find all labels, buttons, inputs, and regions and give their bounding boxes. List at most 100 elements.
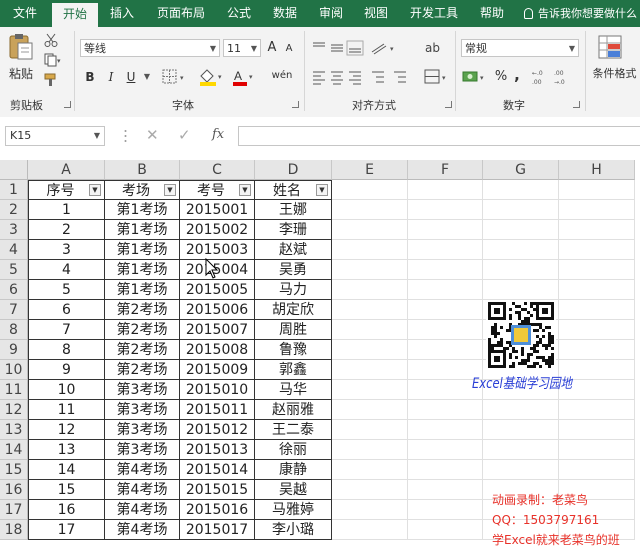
empty-cell[interactable] <box>332 200 408 220</box>
vertical-align-buttons[interactable]: ▾ <box>312 40 412 56</box>
empty-cell[interactable] <box>483 400 559 420</box>
alignment-launcher-icon[interactable] <box>445 101 452 108</box>
table-cell[interactable]: 第1考场 <box>105 220 180 240</box>
empty-cell[interactable] <box>483 180 559 200</box>
empty-cell[interactable] <box>559 320 635 340</box>
tab-formulas[interactable]: 公式 <box>218 0 260 27</box>
row-header[interactable]: 12 <box>0 400 28 420</box>
empty-cell[interactable] <box>408 220 483 240</box>
table-cell[interactable]: 第2考场 <box>105 360 180 380</box>
table-cell[interactable]: 康静 <box>255 460 332 480</box>
empty-cell[interactable] <box>408 460 483 480</box>
table-cell[interactable]: 吴勇 <box>255 260 332 280</box>
empty-cell[interactable] <box>408 520 483 540</box>
tab-help[interactable]: 帮助 <box>471 0 513 27</box>
table-cell[interactable]: 5 <box>28 280 105 300</box>
table-cell[interactable]: 2015002 <box>180 220 255 240</box>
empty-cell[interactable] <box>408 260 483 280</box>
table-cell[interactable]: 马力 <box>255 280 332 300</box>
empty-cell[interactable] <box>332 420 408 440</box>
merge-center-icon[interactable]: ▾ <box>424 69 450 85</box>
empty-cell[interactable] <box>408 440 483 460</box>
italic-button[interactable]: I <box>104 68 118 86</box>
tab-review[interactable]: 审阅 <box>310 0 352 27</box>
table-cell[interactable]: 12 <box>28 420 105 440</box>
conditional-formatting-button[interactable]: 条件格式 <box>589 65 640 83</box>
table-cell[interactable]: 第2考场 <box>105 320 180 340</box>
table-cell[interactable]: 2015016 <box>180 500 255 520</box>
column-header[interactable]: E <box>332 160 408 180</box>
empty-cell[interactable] <box>332 380 408 400</box>
empty-cell[interactable] <box>408 240 483 260</box>
table-header-cell[interactable]: 考场 ▼ <box>105 180 180 200</box>
table-cell[interactable]: 马华 <box>255 380 332 400</box>
empty-cell[interactable] <box>559 400 635 420</box>
table-cell[interactable]: 2015017 <box>180 520 255 540</box>
empty-cell[interactable] <box>408 420 483 440</box>
insert-function-button[interactable]: fx <box>212 127 230 143</box>
row-header[interactable]: 18 <box>0 520 28 540</box>
empty-cell[interactable] <box>408 280 483 300</box>
percent-button[interactable]: % <box>494 68 508 86</box>
table-cell[interactable]: 2015011 <box>180 400 255 420</box>
table-cell[interactable]: 9 <box>28 360 105 380</box>
empty-cell[interactable] <box>408 500 483 520</box>
table-cell[interactable]: 2015010 <box>180 380 255 400</box>
row-header[interactable]: 1 <box>0 180 28 200</box>
table-cell[interactable]: 3 <box>28 240 105 260</box>
empty-cell[interactable] <box>483 200 559 220</box>
copy-icon[interactable]: ▾ <box>44 53 62 67</box>
table-cell[interactable]: 第4考场 <box>105 520 180 540</box>
chevron-down-icon[interactable]: ▼ <box>142 68 152 86</box>
table-cell[interactable]: 第2考场 <box>105 300 180 320</box>
borders-icon[interactable]: ▾ <box>162 69 188 85</box>
row-header[interactable]: 14 <box>0 440 28 460</box>
tab-data[interactable]: 数据 <box>264 0 306 27</box>
empty-cell[interactable] <box>332 440 408 460</box>
number-format-combo[interactable]: 常规 ▼ <box>461 39 579 57</box>
empty-cell[interactable] <box>483 220 559 240</box>
empty-cell[interactable] <box>332 180 408 200</box>
table-cell[interactable]: 第1考场 <box>105 280 180 300</box>
table-cell[interactable]: 8 <box>28 340 105 360</box>
empty-cell[interactable] <box>483 260 559 280</box>
empty-cell[interactable] <box>559 440 635 460</box>
empty-cell[interactable] <box>483 280 559 300</box>
table-cell[interactable]: 鲁豫 <box>255 340 332 360</box>
row-header[interactable]: 17 <box>0 500 28 520</box>
table-cell[interactable]: 2 <box>28 220 105 240</box>
row-header[interactable]: 3 <box>0 220 28 240</box>
empty-cell[interactable] <box>332 500 408 520</box>
table-cell[interactable]: 7 <box>28 320 105 340</box>
table-cell[interactable]: 11 <box>28 400 105 420</box>
filter-dropdown-icon[interactable]: ▼ <box>89 184 101 196</box>
clipboard-launcher-icon[interactable] <box>64 101 71 108</box>
tab-page-layout[interactable]: 页面布局 <box>148 0 214 27</box>
empty-cell[interactable] <box>483 240 559 260</box>
table-cell[interactable]: 2015007 <box>180 320 255 340</box>
number-launcher-icon[interactable] <box>573 101 580 108</box>
table-cell[interactable]: 第1考场 <box>105 200 180 220</box>
empty-cell[interactable] <box>559 420 635 440</box>
column-header[interactable]: D <box>255 160 332 180</box>
table-header-cell[interactable]: 序号 ▼ <box>28 180 105 200</box>
phonetic-button[interactable]: wén <box>267 67 297 85</box>
empty-cell[interactable] <box>408 340 483 360</box>
table-cell[interactable]: 第3考场 <box>105 420 180 440</box>
tab-insert[interactable]: 插入 <box>102 0 142 27</box>
table-cell[interactable]: 6 <box>28 300 105 320</box>
conditional-formatting-icon[interactable] <box>598 35 624 61</box>
table-cell[interactable]: 郭鑫 <box>255 360 332 380</box>
table-cell[interactable]: 第3考场 <box>105 380 180 400</box>
column-header[interactable]: H <box>559 160 635 180</box>
empty-cell[interactable] <box>559 260 635 280</box>
empty-cell[interactable] <box>483 440 559 460</box>
drag-handle-icon[interactable] <box>124 128 127 144</box>
shrink-font-button[interactable]: A <box>283 40 295 58</box>
table-cell[interactable]: 2015009 <box>180 360 255 380</box>
table-cell[interactable]: 2015008 <box>180 340 255 360</box>
empty-cell[interactable] <box>408 300 483 320</box>
table-cell[interactable]: 马雅婷 <box>255 500 332 520</box>
font-name-combo[interactable]: 等线 ▼ <box>80 39 220 57</box>
bold-button[interactable]: B <box>83 68 97 86</box>
